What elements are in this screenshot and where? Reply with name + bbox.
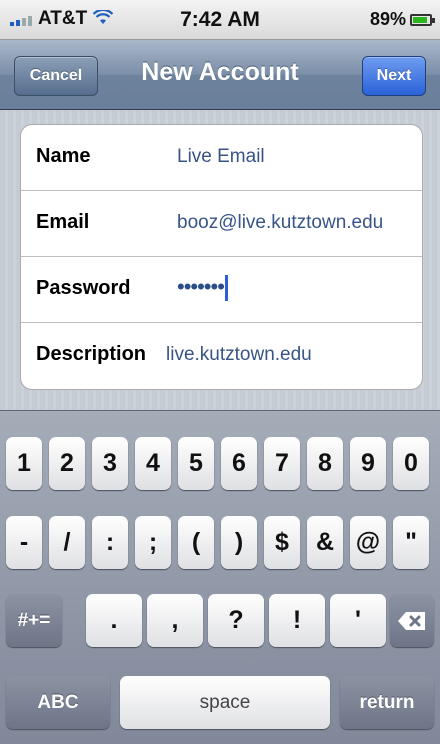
backspace-icon (398, 611, 425, 630)
email-label: Email (36, 211, 90, 233)
name-row[interactable]: Name Live Email (21, 125, 422, 191)
key-period[interactable]: . (86, 594, 142, 647)
next-button[interactable]: Next (362, 56, 426, 96)
key-4[interactable]: 4 (135, 437, 171, 490)
symbols-shift-key[interactable]: #+= (6, 594, 62, 647)
name-field[interactable]: Live Email (177, 146, 265, 168)
key-3[interactable]: 3 (92, 437, 128, 490)
password-label: Password (36, 277, 131, 299)
return-key[interactable]: return (340, 676, 434, 729)
key-at[interactable]: @ (350, 516, 386, 569)
key-question[interactable]: ? (208, 594, 264, 647)
text-cursor (224, 275, 228, 302)
key-apostrophe[interactable]: ' (330, 594, 386, 647)
name-label: Name (36, 145, 91, 167)
key-semicolon[interactable]: ; (135, 516, 171, 569)
description-field[interactable]: live.kutztown.edu (166, 344, 312, 366)
description-row[interactable]: Description live.kutztown.edu (21, 323, 422, 389)
navigation-bar: Cancel New Account Next (0, 40, 440, 110)
key-exclamation[interactable]: ! (269, 594, 325, 647)
account-form: Name Live Email Email booz@live.kutztown… (20, 124, 423, 390)
space-key[interactable]: space (120, 676, 330, 729)
abc-key[interactable]: ABC (6, 676, 110, 729)
battery-fill (413, 16, 428, 23)
key-colon[interactable]: : (92, 516, 128, 569)
password-field[interactable]: ••••••• (177, 274, 228, 302)
password-row[interactable]: Password ••••••• (21, 257, 422, 323)
form-background: Name Live Email Email booz@live.kutztown… (0, 110, 440, 410)
key-hyphen[interactable]: - (6, 516, 42, 569)
status-right: 89% (369, 9, 435, 30)
key-slash[interactable]: / (49, 516, 85, 569)
battery-percent: 89% (369, 9, 406, 29)
key-7[interactable]: 7 (264, 437, 300, 490)
key-dollar[interactable]: $ (264, 516, 300, 569)
key-5[interactable]: 5 (178, 437, 214, 490)
key-8[interactable]: 8 (307, 437, 343, 490)
delete-key[interactable] (390, 594, 434, 647)
keyboard: 1 2 3 4 5 6 7 8 9 0 - / : ; ( ) $ & @ " … (0, 410, 440, 744)
email-row[interactable]: Email booz@live.kutztown.edu (21, 191, 422, 257)
key-0[interactable]: 0 (393, 437, 429, 490)
key-comma[interactable]: , (147, 594, 203, 647)
key-ampersand[interactable]: & (307, 516, 343, 569)
key-2[interactable]: 2 (49, 437, 85, 490)
battery-icon (410, 13, 435, 26)
key-quote[interactable]: " (393, 516, 429, 569)
status-bar: AT&T 7:42 AM 89% (0, 0, 440, 40)
password-value: ••••••• (177, 274, 225, 299)
key-close-paren[interactable]: ) (221, 516, 257, 569)
description-label: Description (36, 343, 147, 365)
key-open-paren[interactable]: ( (178, 516, 214, 569)
key-1[interactable]: 1 (6, 437, 42, 490)
key-9[interactable]: 9 (350, 437, 386, 490)
key-6[interactable]: 6 (221, 437, 257, 490)
email-field[interactable]: booz@live.kutztown.edu (177, 212, 383, 234)
